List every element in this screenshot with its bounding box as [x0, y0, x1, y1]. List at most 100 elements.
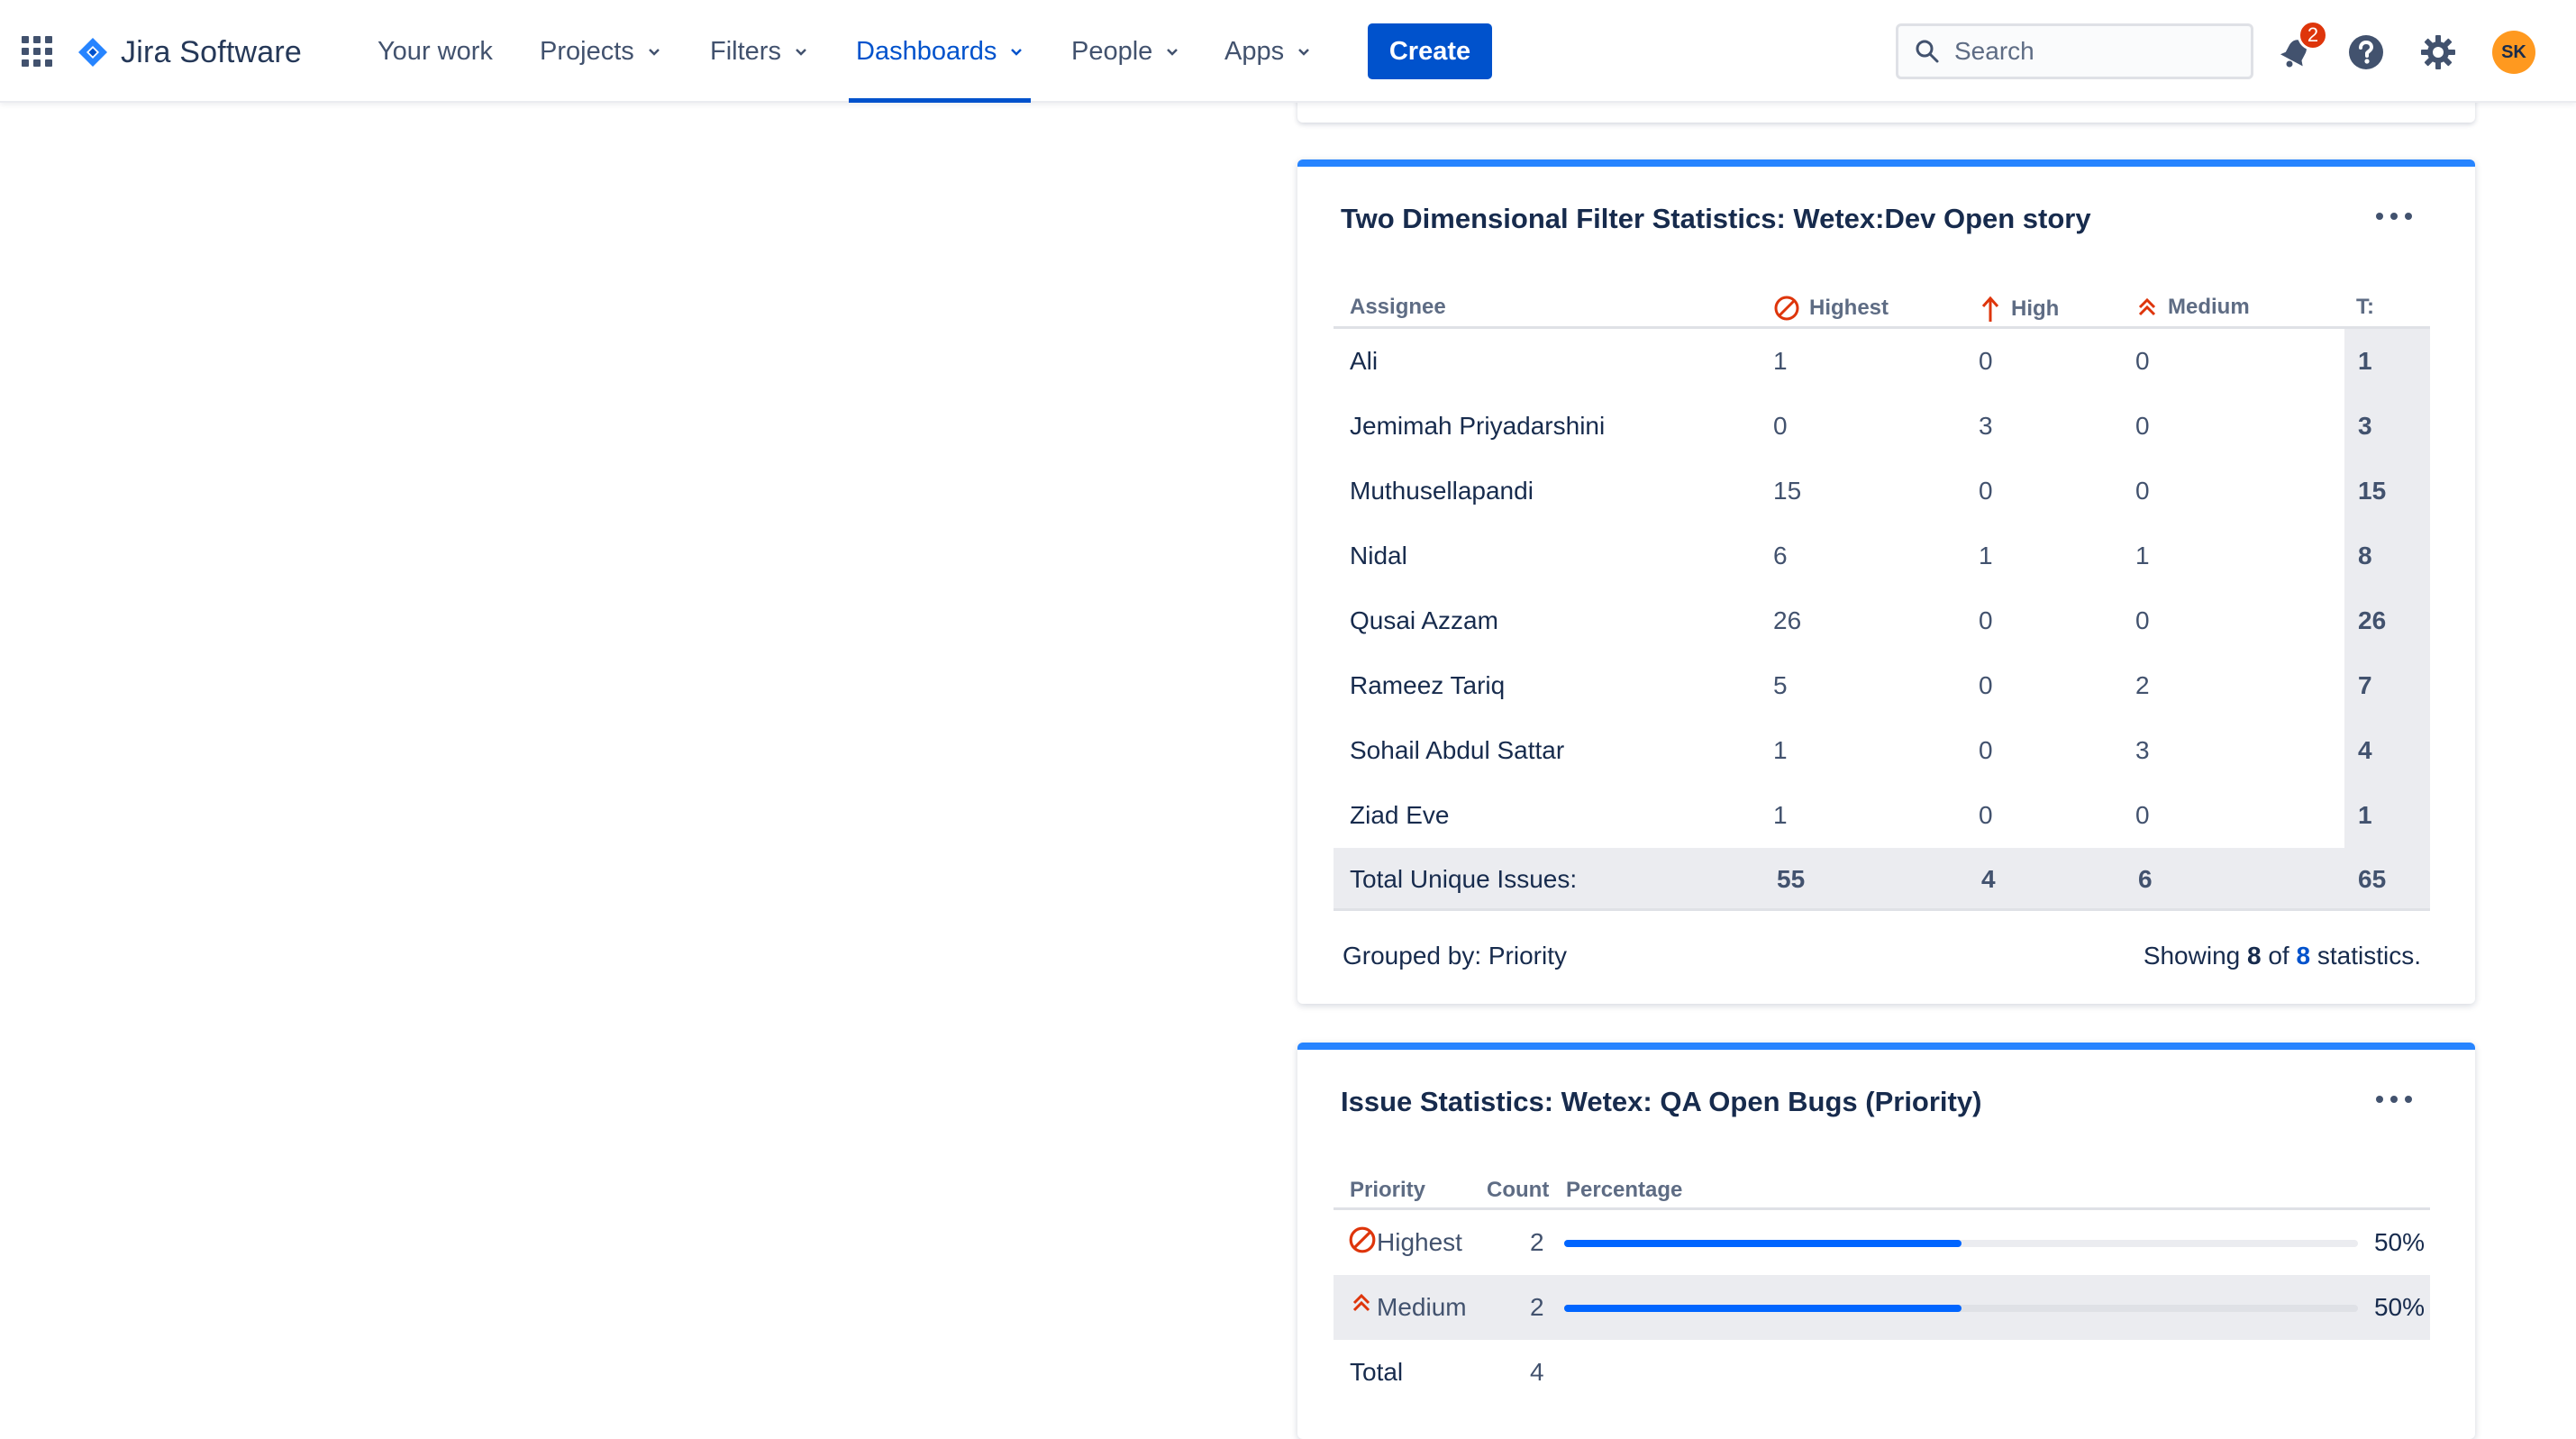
assignee-cell[interactable]: Qusai Azzam [1350, 588, 1498, 653]
total-cell[interactable]: 26 [2358, 588, 2386, 653]
settings-icon [2421, 35, 2455, 69]
high-cell[interactable]: 0 [1979, 653, 1993, 718]
count-cell[interactable]: 2 [1530, 1210, 1544, 1275]
count-cell[interactable]: 2 [1530, 1275, 1544, 1340]
assignee-cell[interactable]: Ali [1350, 329, 1378, 394]
high-cell[interactable]: 1 [1979, 524, 1993, 588]
total-cell[interactable]: 15 [2358, 459, 2386, 524]
assignee-cell[interactable]: Rameez Tariq [1350, 653, 1505, 718]
highest-cell[interactable]: 1 [1773, 783, 1788, 848]
more-actions-icon[interactable] [2376, 205, 2412, 228]
medium-cell[interactable]: 0 [2135, 394, 2150, 459]
total-cell[interactable]: 1 [2358, 783, 2372, 848]
assignee-cell[interactable]: Ziad Eve [1350, 783, 1450, 848]
assignee-cell[interactable]: Muthusellapandi [1350, 459, 1534, 524]
table-total-row: Total 4 [1334, 1340, 2430, 1405]
column-header-highest[interactable]: Highest [1773, 295, 1889, 322]
priority-medium-icon [2138, 297, 2156, 316]
high-cell[interactable]: 0 [1979, 718, 1993, 783]
high-cell[interactable]: 0 [1979, 329, 1993, 394]
header-label: High [2011, 296, 2060, 321]
assignee-cell[interactable]: Jemimah Priyadarshini [1350, 394, 1605, 459]
column-header-percentage[interactable]: Percentage [1566, 1178, 1682, 1203]
more-actions-icon[interactable] [2376, 1088, 2412, 1111]
showing-count: 8 [2247, 942, 2262, 970]
percentage-value: 50% [2373, 1228, 2425, 1256]
jira-logo-icon [78, 38, 107, 67]
create-button[interactable]: Create [1368, 23, 1492, 79]
table-row: Muthusellapandi 15 0 0 15 [1334, 459, 2430, 524]
chevron-down-icon [796, 49, 806, 56]
high-cell[interactable]: 0 [1979, 459, 1993, 524]
highest-cell[interactable]: 26 [1773, 588, 1801, 653]
highest-cell[interactable]: 5 [1773, 653, 1788, 718]
total-cell[interactable]: 8 [2358, 524, 2372, 588]
total-high[interactable]: 4 [1981, 848, 1996, 911]
column-header-total[interactable]: T: [2356, 295, 2374, 320]
priority-cell[interactable]: Medium [1350, 1275, 1467, 1340]
avatar[interactable]: SK [2492, 31, 2535, 74]
column-header-count[interactable]: Count [1487, 1178, 1549, 1203]
chevron-down-icon [1167, 49, 1179, 56]
total-cell[interactable]: 4 [2358, 718, 2372, 783]
nav-projects[interactable]: Projects [540, 0, 661, 103]
search-box[interactable] [1896, 23, 2253, 79]
column-header-high[interactable]: High [1979, 295, 2059, 323]
priority-high-icon [1981, 296, 1999, 322]
priority-medium-icon [1352, 1293, 1370, 1312]
medium-cell[interactable]: 0 [2135, 329, 2150, 394]
help-button[interactable] [2346, 32, 2386, 72]
assignee-cell[interactable]: Nidal [1350, 524, 1407, 588]
high-cell[interactable]: 3 [1979, 394, 1993, 459]
medium-cell[interactable]: 0 [2135, 588, 2150, 653]
column-header-medium[interactable]: Medium [2135, 295, 2250, 320]
nav-apps[interactable]: Apps [1224, 0, 1311, 103]
medium-cell[interactable]: 3 [2135, 718, 2150, 783]
total-cell[interactable]: 1 [2358, 329, 2372, 394]
medium-cell[interactable]: 2 [2135, 653, 2150, 718]
chevron-down-icon [1298, 49, 1309, 56]
two-dimensional-filter-gadget: Two Dimensional Filter Statistics: Wetex… [1297, 159, 2475, 1004]
chevron-down-icon [648, 49, 660, 56]
showing-prefix: Showing [2143, 942, 2241, 970]
total-label: Total Unique Issues: [1350, 865, 1578, 893]
nav-your-work[interactable]: Your work [378, 0, 493, 103]
header-label: Highest [1809, 296, 1889, 320]
table-header: Assignee Highest High Medium T: [1334, 284, 2430, 329]
highest-cell[interactable]: 15 [1773, 459, 1801, 524]
notification-count-badge: 2 [2298, 20, 2328, 50]
nav-label: Apps [1224, 36, 1285, 66]
settings-button[interactable] [2418, 32, 2458, 72]
high-cell[interactable]: 0 [1979, 783, 1993, 848]
column-header-priority[interactable]: Priority [1350, 1178, 1425, 1203]
highest-cell[interactable]: 1 [1773, 329, 1788, 394]
total-medium[interactable]: 6 [2138, 848, 2153, 911]
medium-cell[interactable]: 1 [2135, 524, 2150, 588]
search-input[interactable] [1954, 37, 2225, 66]
highest-cell[interactable]: 6 [1773, 524, 1788, 588]
highest-cell[interactable]: 1 [1773, 718, 1788, 783]
showing-total-link[interactable]: 8 [2297, 942, 2311, 970]
issue-statistics-gadget: Issue Statistics: Wetex: QA Open Bugs (P… [1297, 1043, 2475, 1439]
two-dimensional-table: Assignee Highest High Medium T: Ali 1 0 … [1334, 284, 2430, 911]
total-cell[interactable]: 7 [2358, 653, 2372, 718]
total-cell[interactable]: 3 [2358, 394, 2372, 459]
medium-cell[interactable]: 0 [2135, 783, 2150, 848]
priority-cell[interactable]: Highest [1348, 1210, 1462, 1275]
highest-cell[interactable]: 0 [1773, 394, 1788, 459]
medium-cell[interactable]: 0 [2135, 459, 2150, 524]
priority-highest-icon [1349, 1226, 1376, 1253]
column-header-assignee[interactable]: Assignee [1350, 295, 1446, 320]
table-body: Ali 1 0 0 1 Jemimah Priyadarshini 0 3 0 3 Muthusel… [1334, 329, 2430, 848]
jira-logo[interactable]: Jira Software [77, 32, 302, 72]
total-total[interactable]: 65 [2358, 848, 2386, 911]
table-row: Sohail Abdul Sattar 1 0 3 4 [1334, 718, 2430, 783]
app-switcher-icon[interactable] [22, 36, 52, 67]
high-cell[interactable]: 0 [1979, 588, 1993, 653]
nav-people[interactable]: People [1071, 0, 1179, 103]
total-highest[interactable]: 55 [1777, 848, 1805, 911]
issue-statistics-table: Priority Count Percentage Highest 2 50% [1334, 1167, 2430, 1405]
assignee-cell[interactable]: Sohail Abdul Sattar [1350, 718, 1564, 783]
nav-filters[interactable]: Filters [710, 0, 808, 103]
nav-dashboards[interactable]: Dashboards [848, 0, 1032, 103]
